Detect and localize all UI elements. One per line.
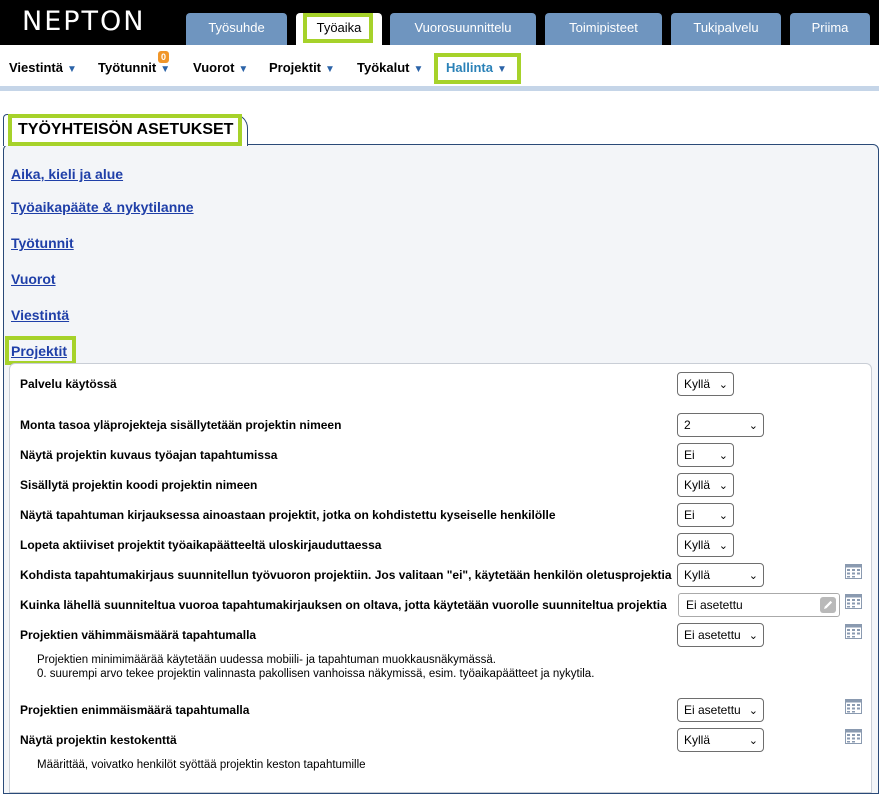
link-projektit[interactable]: Projektit	[11, 343, 67, 359]
chevron-down-icon: ⌄	[718, 450, 728, 462]
projektin-koodi-select[interactable]: Kyllä ⌄	[677, 473, 734, 497]
subnav-label: Hallinta	[446, 60, 493, 75]
nepton-logo[interactable]: NEPTON	[22, 6, 145, 37]
notification-badge: 0	[158, 51, 169, 63]
select-value: Kyllä	[684, 568, 711, 582]
select-value: Kyllä	[684, 538, 711, 552]
lopeta-aktiiviset-select[interactable]: Kyllä ⌄	[677, 533, 734, 557]
setting-label: Sisällytä projektin koodi projektin nime…	[20, 478, 258, 492]
chevron-down-icon: ⌄	[718, 540, 728, 552]
tab-tukipalvelu[interactable]: Tukipalvelu	[671, 13, 781, 45]
calendar-icon[interactable]	[845, 624, 862, 639]
vahimmaismaara-select[interactable]: Ei asetettu ⌄	[677, 623, 764, 647]
setting-description: Määrittää, voivatko henkilöt syöttää pro…	[37, 759, 366, 771]
select-value: 2	[684, 418, 691, 432]
tab-priima[interactable]: Priima	[790, 13, 870, 45]
chevron-down-icon: ⌄	[748, 420, 758, 432]
kestokentta-select[interactable]: Kyllä ⌄	[677, 728, 764, 752]
calendar-icon[interactable]	[845, 594, 862, 609]
setting-description: 0. suurempi arvo tekee projektin valinna…	[37, 668, 595, 680]
tab-toimipisteet[interactable]: Toimipisteet	[545, 13, 662, 45]
setting-label: Monta tasoa yläprojekteja sisällytetään …	[20, 418, 342, 432]
palvelu-kaytossa-select[interactable]: Kyllä ⌄	[677, 372, 734, 396]
tab-tyoaika[interactable]: Työaika	[296, 13, 382, 45]
setting-description: Projektien minimimäärää käytetään uudess…	[37, 654, 496, 666]
chevron-down-icon: ⌄	[748, 630, 758, 642]
ylaprojektit-select[interactable]: 2 ⌄	[677, 413, 764, 437]
setting-label: Näytä tapahtuman kirjauksessa ainoastaan…	[20, 508, 556, 522]
projektin-kuvaus-select[interactable]: Ei ⌄	[677, 443, 734, 467]
chevron-down-icon: ▼	[160, 64, 171, 75]
setting-label: Näytä projektin kuvaus työajan tapahtumi…	[20, 448, 278, 462]
subnav-projektit[interactable]: Projektit ▼	[269, 60, 335, 75]
chevron-down-icon: ▼	[325, 64, 335, 75]
subnav-vuorot[interactable]: Vuorot ▼	[193, 60, 248, 75]
subnav-label: Työtunnit	[98, 60, 157, 75]
setting-label: Kohdista tapahtumakirjaus suunnitellun t…	[20, 568, 672, 582]
section-title: TYÖYHTEISÖN ASETUKSET	[18, 121, 234, 138]
link-tyoaikapaate[interactable]: Työaikapääte & nykytilanne	[11, 199, 194, 215]
setting-label: Lopeta aktiiviset projektit työaikapäätt…	[20, 538, 382, 552]
edit-icon[interactable]	[820, 597, 836, 613]
select-value: Ei	[684, 448, 695, 462]
link-tyotunnit[interactable]: Työtunnit	[11, 235, 74, 251]
setting-label: Projektien vähimmäismäärä tapahtumalla	[20, 628, 257, 642]
subnav-hallinta[interactable]: Hallinta ▼	[446, 60, 507, 75]
kohdista-tapahtuma-select[interactable]: Kyllä ⌄	[677, 563, 764, 587]
subnav-label: Vuorot	[193, 60, 235, 75]
select-value: Kyllä	[684, 377, 711, 391]
setting-label: Palvelu käytössä	[20, 377, 117, 391]
select-value: Ei	[684, 508, 695, 522]
select-value: Kyllä	[684, 733, 711, 747]
link-viestinta[interactable]: Viestintä	[11, 307, 69, 323]
chevron-down-icon: ⌄	[748, 735, 758, 747]
chevron-down-icon: ▼	[238, 64, 249, 75]
tab-tyosuhde[interactable]: Työsuhde	[186, 13, 287, 45]
subnav-tyokalut[interactable]: Työkalut ▼	[357, 60, 423, 75]
setting-label: Projektien enimmäismäärä tapahtumalla	[20, 703, 250, 717]
chevron-down-icon: ⌄	[718, 379, 728, 391]
chevron-down-icon: ▼	[66, 64, 77, 75]
subnav-label: Viestintä	[9, 60, 63, 75]
header-band	[0, 86, 879, 91]
tab-vuorosuunnittelu[interactable]: Vuorosuunnittelu	[390, 13, 536, 45]
chevron-down-icon: ⌄	[718, 480, 728, 492]
chevron-down-icon: ▼	[496, 64, 507, 75]
setting-label: Kuinka lähellä suunniteltua vuoroa tapah…	[20, 598, 667, 612]
chevron-down-icon: ⌄	[748, 570, 758, 582]
calendar-icon[interactable]	[845, 699, 862, 714]
subnav-label: Työkalut	[357, 60, 410, 75]
select-value: Ei asetettu	[684, 628, 741, 642]
input-value: Ei asetettu	[686, 598, 743, 612]
kohdistetut-projektit-select[interactable]: Ei ⌄	[677, 503, 734, 527]
calendar-icon[interactable]	[845, 729, 862, 744]
select-value: Ei asetettu	[684, 703, 741, 717]
chevron-down-icon: ⌄	[718, 510, 728, 522]
subnav-label: Projektit	[269, 60, 322, 75]
subnav-viestinta[interactable]: Viestintä ▼	[9, 60, 77, 75]
chevron-down-icon: ⌄	[748, 705, 758, 717]
vuoron-laheisyys-input[interactable]: Ei asetettu	[678, 593, 840, 617]
link-vuorot[interactable]: Vuorot	[11, 271, 56, 287]
chevron-down-icon: ▼	[413, 64, 424, 75]
enimmaismaara-select[interactable]: Ei asetettu ⌄	[677, 698, 764, 722]
select-value: Kyllä	[684, 478, 711, 492]
setting-label: Näytä projektin kestokenttä	[20, 733, 177, 747]
calendar-icon[interactable]	[845, 564, 862, 579]
link-aika-kieli-alue[interactable]: Aika, kieli ja alue	[11, 166, 123, 182]
